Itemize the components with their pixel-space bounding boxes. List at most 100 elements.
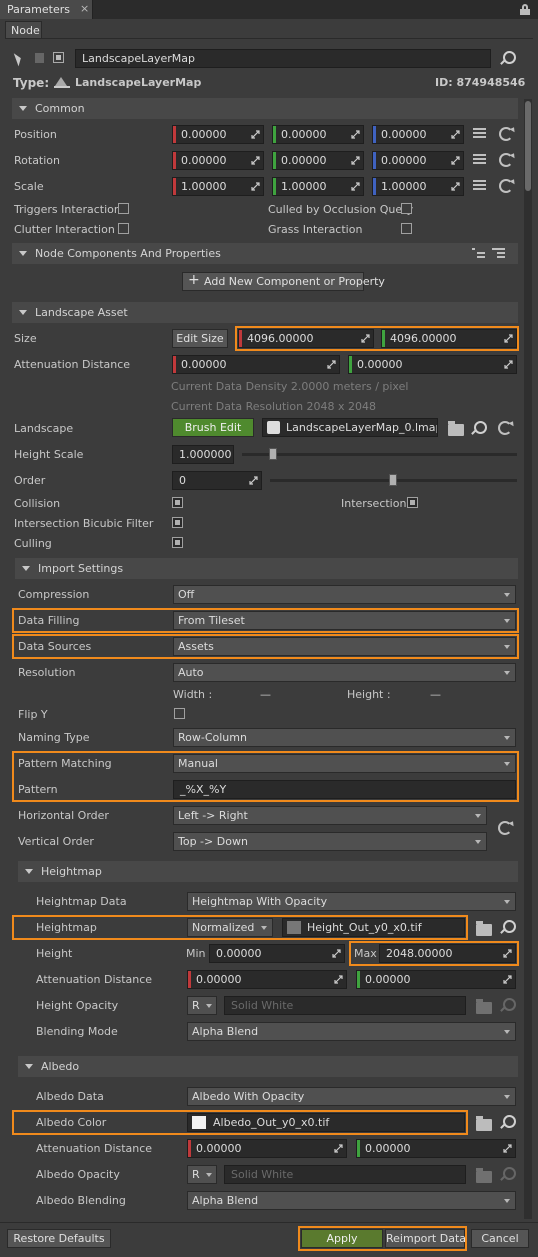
- albedo-search-icon[interactable]: [500, 1115, 516, 1129]
- pattern-field[interactable]: _%X_%Y: [173, 780, 516, 799]
- restore-defaults-button[interactable]: Restore Defaults: [7, 1229, 111, 1248]
- grass-interaction-checkbox[interactable]: [401, 223, 412, 234]
- attenuation-y-value: 0.00000: [357, 358, 403, 371]
- section-node-components[interactable]: Node Components And Properties: [12, 243, 518, 264]
- scale-y-field[interactable]: 1.00000: [272, 177, 364, 196]
- expand-all-icon[interactable]: [472, 248, 485, 259]
- section-heightmap[interactable]: Heightmap: [18, 861, 518, 882]
- data-sources-dropdown[interactable]: Assets: [173, 637, 516, 656]
- scale-z-field[interactable]: 1.00000: [372, 177, 464, 196]
- attenuation-x-field[interactable]: 0.00000: [172, 355, 340, 374]
- rotation-z-field[interactable]: 0.00000: [372, 151, 464, 170]
- intersection-checkbox[interactable]: [407, 497, 418, 508]
- albedo-opacity-folder-icon[interactable]: [476, 1168, 492, 1183]
- albedo-data-dropdown[interactable]: Albedo With Opacity: [187, 1087, 516, 1106]
- albedo-attenuation-y-field[interactable]: 0.00000: [356, 1139, 516, 1158]
- rotation-menu-icon[interactable]: [473, 154, 486, 165]
- add-component-button[interactable]: + Add New Component or Property: [182, 272, 385, 291]
- naming-type-dropdown[interactable]: Row-Column: [173, 728, 516, 747]
- section-common[interactable]: Common: [12, 98, 518, 119]
- height-scale-field[interactable]: 1.000000: [172, 445, 234, 464]
- select-arrow-icon[interactable]: [13, 51, 24, 67]
- heightmap-data-dropdown[interactable]: Heightmap With Opacity: [187, 892, 516, 911]
- resolution-dropdown[interactable]: Auto: [173, 663, 516, 682]
- landscape-folder-icon[interactable]: [448, 421, 464, 436]
- lock-icon[interactable]: [520, 4, 530, 15]
- albedo-attenuation-x-field[interactable]: 0.00000: [187, 1139, 347, 1158]
- height-opacity-file-field[interactable]: Solid White: [224, 996, 466, 1015]
- scrollbar-thumb[interactable]: [525, 101, 531, 191]
- heightmap-attenuation-y-field[interactable]: 0.00000: [356, 970, 516, 989]
- position-z-field[interactable]: 0.00000: [372, 125, 464, 144]
- reimport-data-button[interactable]: Reimport Data: [385, 1229, 466, 1248]
- albedo-opacity-file-field[interactable]: Solid White: [224, 1165, 466, 1184]
- order-field[interactable]: 0: [172, 471, 262, 490]
- size-y-field[interactable]: 4096.00000: [381, 329, 517, 348]
- parameters-tab[interactable]: Parameters ×: [0, 0, 93, 19]
- culled-by-occlusion-checkbox[interactable]: [401, 203, 412, 214]
- flip-y-label: Flip Y: [18, 708, 48, 721]
- triggers-interaction-checkbox[interactable]: [118, 203, 129, 214]
- landscape-file-field[interactable]: LandscapeLayerMap_0.lmap: [262, 418, 438, 437]
- position-menu-icon[interactable]: [473, 128, 486, 139]
- position-reset-icon[interactable]: [499, 127, 513, 141]
- order-knob[interactable]: [389, 474, 397, 486]
- position-x-field[interactable]: 0.00000: [172, 125, 264, 144]
- lock-disabled-icon[interactable]: [35, 53, 44, 63]
- apply-button[interactable]: Apply: [301, 1229, 383, 1248]
- pattern-matching-dropdown[interactable]: Manual: [173, 754, 516, 773]
- node-name-input[interactable]: LandscapeLayerMap: [75, 49, 491, 68]
- albedo-folder-icon[interactable]: [476, 1116, 492, 1131]
- clutter-interaction-checkbox[interactable]: [118, 223, 129, 234]
- section-import-settings[interactable]: Import Settings: [15, 558, 518, 579]
- section-landscape-asset[interactable]: Landscape Asset: [12, 302, 518, 323]
- edit-size-button[interactable]: Edit Size: [172, 329, 228, 348]
- brush-edit-button[interactable]: Brush Edit: [172, 418, 254, 437]
- height-scale-knob[interactable]: [269, 448, 277, 460]
- scale-menu-icon[interactable]: [473, 180, 486, 191]
- vertical-order-dropdown[interactable]: Top -> Down: [173, 832, 487, 851]
- stop-icon[interactable]: [53, 52, 64, 63]
- search-icon[interactable]: [500, 51, 516, 65]
- heightmap-folder-icon[interactable]: [476, 921, 492, 936]
- heightmap-file-field[interactable]: Height_Out_y0_x0.tif: [282, 918, 465, 937]
- blending-mode-dropdown[interactable]: Alpha Blend: [187, 1022, 516, 1041]
- rotation-x-field[interactable]: 0.00000: [172, 151, 264, 170]
- albedo-blending-dropdown[interactable]: Alpha Blend: [187, 1191, 516, 1210]
- rotation-reset-icon[interactable]: [499, 153, 513, 167]
- scale-x-field[interactable]: 1.00000: [172, 177, 264, 196]
- scale-reset-icon[interactable]: [499, 179, 513, 193]
- albedo-opacity-search-icon[interactable]: [500, 1167, 516, 1181]
- height-opacity-search-icon[interactable]: [500, 998, 516, 1012]
- order-reset-icon[interactable]: [498, 821, 512, 835]
- collapse-all-icon[interactable]: [492, 248, 505, 259]
- compression-dropdown[interactable]: Off: [173, 585, 516, 604]
- section-albedo[interactable]: Albedo: [18, 1056, 518, 1077]
- node-tab[interactable]: Node: [5, 21, 42, 39]
- albedo-color-file-field[interactable]: Albedo_Out_y0_x0.tif: [187, 1113, 465, 1132]
- heightmap-search-icon[interactable]: [500, 920, 516, 934]
- height-opacity-channel-dropdown[interactable]: R: [187, 996, 217, 1015]
- height-opacity-folder-icon[interactable]: [476, 999, 492, 1014]
- height-scale-slider[interactable]: [242, 453, 517, 456]
- landscape-search-icon[interactable]: [471, 421, 487, 435]
- collision-checkbox[interactable]: [172, 497, 183, 508]
- horizontal-order-dropdown[interactable]: Left -> Right: [173, 806, 487, 825]
- height-min-field[interactable]: 0.00000: [209, 944, 345, 963]
- heightmap-mode-dropdown[interactable]: Normalized: [187, 918, 273, 937]
- data-filling-dropdown[interactable]: From Tileset: [173, 611, 516, 630]
- position-y-field[interactable]: 0.00000: [272, 125, 364, 144]
- albedo-opacity-channel-dropdown[interactable]: R: [187, 1165, 217, 1184]
- height-max-field[interactable]: 2048.00000: [379, 944, 516, 963]
- flip-y-checkbox[interactable]: [174, 708, 185, 719]
- culling-checkbox[interactable]: [172, 537, 183, 548]
- landscape-reset-icon[interactable]: [498, 421, 512, 435]
- heightmap-attenuation-x-field[interactable]: 0.00000: [187, 970, 347, 989]
- attenuation-y-field[interactable]: 0.00000: [348, 355, 517, 374]
- size-x-field[interactable]: 4096.00000: [238, 329, 374, 348]
- bicubic-filter-checkbox[interactable]: [172, 517, 183, 528]
- scrollbar[interactable]: [524, 99, 532, 1219]
- cancel-button[interactable]: Cancel: [471, 1229, 529, 1248]
- close-icon[interactable]: ×: [80, 2, 89, 16]
- rotation-y-field[interactable]: 0.00000: [272, 151, 364, 170]
